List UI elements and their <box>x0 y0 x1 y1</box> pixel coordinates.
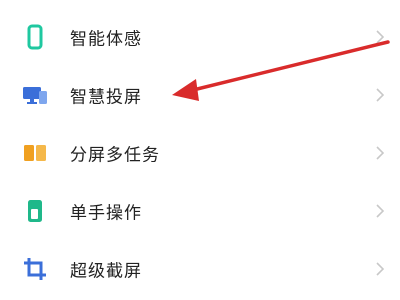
chevron-right-icon <box>376 262 385 276</box>
settings-screen: 智能体感 智慧投屏 分屏多任务 单手操作 超级截屏 <box>0 0 400 300</box>
settings-item-label: 单手操作 <box>70 203 142 224</box>
settings-item-label: 智慧投屏 <box>70 87 142 108</box>
screen-cast-icon <box>22 82 48 108</box>
settings-item-smart-motion[interactable]: 智能体感 <box>0 8 400 66</box>
settings-item-label: 智能体感 <box>70 29 142 50</box>
phone-outline-icon <box>22 24 48 50</box>
settings-list: 智能体感 智慧投屏 分屏多任务 单手操作 超级截屏 <box>0 8 400 298</box>
chevron-right-icon <box>376 88 385 102</box>
chevron-right-icon <box>376 204 385 218</box>
settings-item-super-screenshot[interactable]: 超级截屏 <box>0 240 400 298</box>
settings-item-label: 超级截屏 <box>70 261 142 282</box>
settings-item-split-screen[interactable]: 分屏多任务 <box>0 124 400 182</box>
settings-item-screen-cast[interactable]: 智慧投屏 <box>0 66 400 124</box>
settings-item-label: 分屏多任务 <box>70 145 160 166</box>
chevron-right-icon <box>376 30 385 44</box>
split-screen-icon <box>22 140 48 166</box>
chevron-right-icon <box>376 146 385 160</box>
crop-icon <box>22 256 48 282</box>
one-hand-icon <box>22 198 48 224</box>
settings-item-one-hand[interactable]: 单手操作 <box>0 182 400 240</box>
